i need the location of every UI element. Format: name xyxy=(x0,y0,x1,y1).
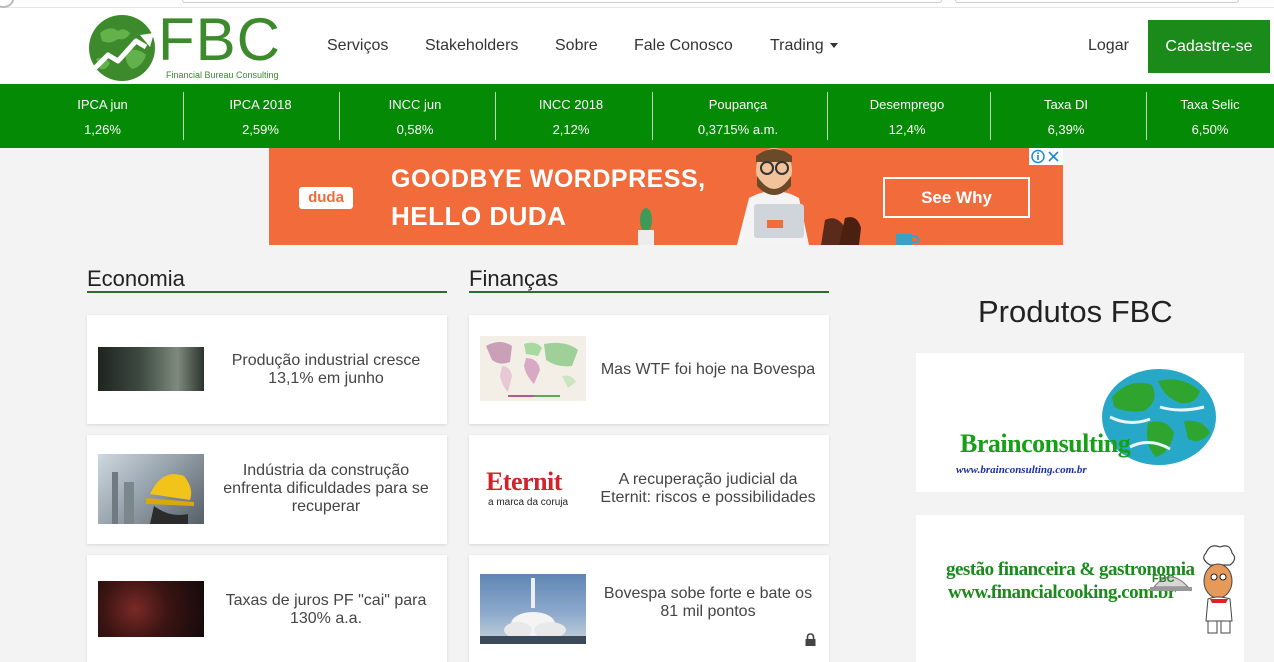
login-link[interactable]: Logar xyxy=(1088,37,1129,55)
ticker-value: 0,3715% a.m. xyxy=(697,122,779,137)
indicators-ticker: IPCA jun 1,26% IPCA 2018 2,59% INCC jun … xyxy=(0,84,1274,148)
ticker-item: INCC jun 0,58% xyxy=(339,84,491,148)
fbc-mini-badge: FBC xyxy=(1152,573,1175,585)
caret-down-icon xyxy=(829,43,838,49)
ticker-value: 0,58% xyxy=(396,122,434,137)
section-title-financas: Finanças xyxy=(469,266,559,291)
article-card[interactable]: Eternit a marca da coruja A recuperação … xyxy=(469,435,829,544)
article-thumbnail xyxy=(98,454,204,524)
article-title[interactable]: Produção industrial cresce 13,1% em junh… xyxy=(215,352,437,388)
browser-address-bar[interactable] xyxy=(182,0,942,3)
ticker-item: Poupança 0,3715% a.m. xyxy=(652,84,824,148)
article-card[interactable]: Bovespa sobe forte e bate os 81 mil pont… xyxy=(469,555,829,662)
ticker-value: 2,59% xyxy=(242,122,279,137)
ticker-value: 2,12% xyxy=(552,122,590,137)
see-why-button[interactable]: See Why xyxy=(883,177,1030,218)
article-title[interactable]: A recuperação judicial da Eternit: risco… xyxy=(597,471,819,507)
ad-headline-2: HELLO DUDA xyxy=(391,201,567,231)
fbc-logo[interactable]: FBC Financial Bureau Consulting xyxy=(86,6,286,83)
article-thumbnail xyxy=(480,574,586,644)
ticker-value: 12,4% xyxy=(888,122,926,137)
eternit-wordmark: Eternit xyxy=(486,467,562,496)
nav-sobre[interactable]: Sobre xyxy=(555,37,598,55)
ad-headline-1: GOODBYE WORDPRESS, xyxy=(391,165,706,193)
lock-icon xyxy=(805,633,816,646)
nav-trading-dropdown[interactable]: Trading xyxy=(770,37,838,55)
brainconsulting-url[interactable]: www.brainconsulting.com.br xyxy=(956,464,1087,476)
chef-mascot-icon xyxy=(1150,545,1236,634)
logo-wordmark: FBC xyxy=(158,6,281,73)
ticker-label: IPCA jun xyxy=(77,97,128,112)
ticker-value: 1,26% xyxy=(84,122,121,137)
developer-illustration-icon xyxy=(737,148,861,245)
nav-servicos[interactable]: Serviços xyxy=(327,37,388,55)
nav-trading-label: Trading xyxy=(770,37,824,54)
article-thumbnail xyxy=(98,581,204,637)
nav-stakeholders[interactable]: Stakeholders xyxy=(425,37,518,55)
brainconsulting-wordmark: Brainconsulting xyxy=(960,429,1131,458)
plant-illustration-icon xyxy=(638,208,654,245)
ticker-item: IPCA jun 1,26% xyxy=(25,84,180,148)
world-map-icon xyxy=(486,342,578,397)
browser-reload-icon[interactable] xyxy=(0,0,14,8)
ticker-label: IPCA 2018 xyxy=(229,97,292,112)
article-thumbnail xyxy=(480,336,586,401)
ticker-label: Taxa Selic xyxy=(1180,97,1240,112)
logo-subtitle: Financial Bureau Consulting xyxy=(166,70,279,80)
article-card[interactable]: Indústria da construção enfrenta dificul… xyxy=(87,435,447,544)
ticker-item: IPCA 2018 2,59% xyxy=(183,84,338,148)
ticker-value: 6,50% xyxy=(1191,122,1229,137)
rocket-launch-icon xyxy=(480,578,586,644)
brainconsulting-banner[interactable]: Brainconsulting www.brainconsulting.com.… xyxy=(916,353,1244,492)
duda-banner-ad[interactable]: duda GOODBYE WORDPRESS, HELLO DUDA See W… xyxy=(269,148,1063,245)
financialcooking-url[interactable]: www.financialcooking.com.br xyxy=(948,582,1176,604)
article-thumbnail xyxy=(98,347,204,391)
ticker-value: 6,39% xyxy=(1047,122,1085,137)
ticker-item: Taxa DI 6,39% xyxy=(990,84,1142,148)
ticker-label: Desemprego xyxy=(869,97,945,112)
article-title[interactable]: Taxas de juros PF "cai" para 130% a.a. xyxy=(215,592,437,628)
produtos-title: Produtos FBC xyxy=(978,294,1173,329)
article-title[interactable]: Mas WTF foi hoje na Bovespa xyxy=(597,361,819,379)
site-header: FBC Financial Bureau Consulting Serviços… xyxy=(0,6,1274,84)
ticker-label: Poupança xyxy=(708,97,768,112)
ticker-item: Taxa Selic 6,50% xyxy=(1146,84,1274,148)
article-title[interactable]: Indústria da construção enfrenta dificul… xyxy=(215,462,437,516)
nav-fale-conosco[interactable]: Fale Conosco xyxy=(634,37,733,55)
ad-choices-icon[interactable] xyxy=(1029,148,1063,165)
signup-button[interactable]: Cadastre-se xyxy=(1148,20,1270,73)
ticker-label: INCC jun xyxy=(388,97,442,112)
section-underline xyxy=(469,291,829,293)
ticker-item: INCC 2018 2,12% xyxy=(495,84,647,148)
mug-illustration-icon xyxy=(896,234,920,245)
duda-logo: duda xyxy=(299,187,353,209)
eternit-tagline: a marca da coruja xyxy=(488,497,569,508)
ticker-item: Desemprego 12,4% xyxy=(827,84,987,148)
browser-search-bar[interactable] xyxy=(955,0,1239,3)
section-title-economia: Economia xyxy=(87,266,185,291)
construction-helmet-icon xyxy=(112,472,194,524)
article-card[interactable]: Taxas de juros PF "cai" para 130% a.a. xyxy=(87,555,447,662)
eternit-logo: Eternit a marca da coruja xyxy=(480,465,586,515)
article-card[interactable]: Produção industrial cresce 13,1% em junh… xyxy=(87,315,447,424)
ticker-label: Taxa DI xyxy=(1043,97,1089,112)
article-title[interactable]: Bovespa sobe forte e bate os 81 mil pont… xyxy=(597,585,819,621)
article-card[interactable]: Mas WTF foi hoje na Bovespa xyxy=(469,315,829,424)
section-underline xyxy=(87,291,447,293)
fbc-globe-icon xyxy=(89,15,155,81)
financialcooking-banner[interactable]: gestão financeira & gastronomia www.fina… xyxy=(916,515,1244,662)
ticker-label: INCC 2018 xyxy=(538,97,604,112)
